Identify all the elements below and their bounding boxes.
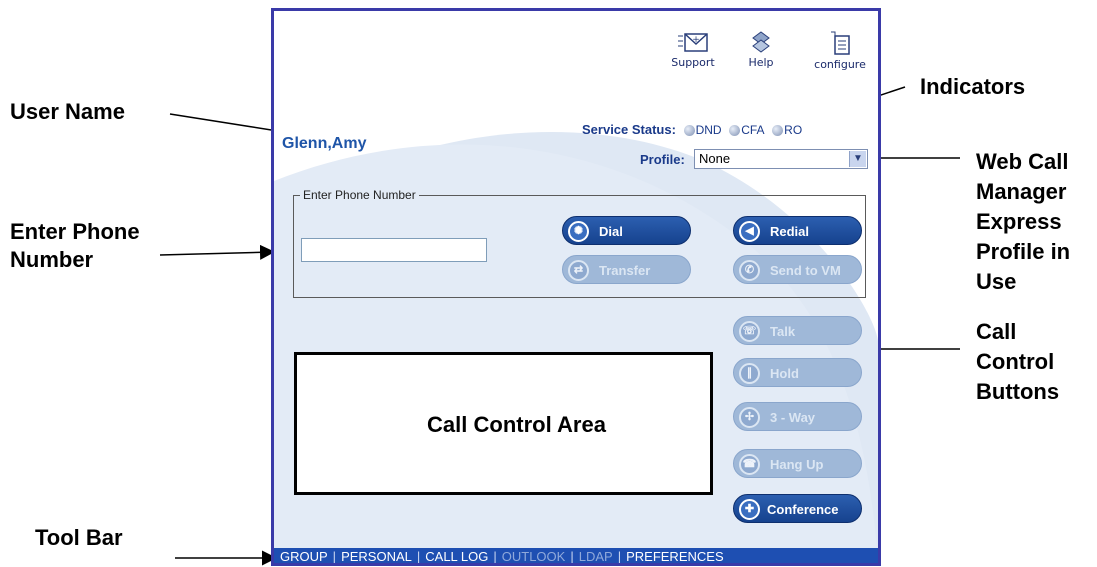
indicator-cfa: CFA [729, 123, 765, 137]
indicator-dnd: DND [683, 123, 722, 137]
dial-icon: ✺ [568, 221, 589, 242]
talk-button[interactable]: ☏ Talk [733, 316, 862, 345]
three-way-icon: ✢ [739, 407, 760, 428]
toolbar-personal[interactable]: PERSONAL [341, 549, 412, 563]
toolbar-separator: | [332, 549, 337, 563]
dial-label: Dial [599, 224, 623, 239]
chevron-down-icon[interactable]: ▼ [849, 151, 866, 167]
support-envelope-icon: + [678, 33, 708, 52]
toolbar-group[interactable]: GROUP [280, 549, 328, 563]
hang-up-icon: ☎ [739, 454, 760, 475]
transfer-label: Transfer [599, 263, 651, 278]
toolbar-call-log[interactable]: CALL LOG [425, 549, 488, 563]
tool-bar: GROUP | PERSONAL | CALL LOG | OUTLOOK | LDAP | PRE… [274, 548, 878, 563]
arrow-enter-phone [159, 244, 275, 260]
call-control-area: Call Control Area [294, 352, 713, 495]
redial-label: Redial [770, 224, 810, 239]
transfer-button[interactable]: ⇄ Transfer [562, 255, 691, 284]
help-label: Help [748, 56, 774, 69]
help-icon [752, 31, 770, 53]
configure-icon [831, 31, 850, 55]
send-to-vm-label: Send to VM [770, 263, 841, 278]
svg-text:+: + [692, 35, 700, 45]
conference-icon: ✚ [739, 499, 760, 520]
phone-entry-legend: Enter Phone Number [300, 188, 419, 202]
toolbar-separator: | [617, 549, 622, 563]
hold-label: Hold [770, 366, 799, 381]
indicator-ro-light-icon [772, 125, 784, 136]
user-name: Glenn,Amy [282, 135, 367, 152]
voicemail-icon: ✆ [739, 260, 760, 281]
hang-up-label: Hang Up [770, 457, 824, 472]
redial-arrow-icon: ◀ [739, 221, 760, 242]
support-label: Support [671, 56, 715, 69]
dial-button[interactable]: ✺ Dial [562, 216, 691, 245]
profile-label: Profile: [640, 152, 685, 167]
toolbar-ldap[interactable]: LDAP [579, 549, 613, 563]
service-status-label: Service Status: [582, 122, 676, 137]
help-button[interactable]: Help [736, 30, 786, 69]
three-way-label: 3 - Way [770, 410, 816, 425]
phone-number-input[interactable] [301, 238, 487, 262]
profile-value: None [699, 151, 731, 166]
hold-button[interactable]: ∥ Hold [733, 358, 862, 387]
call-control-area-label: Call Control Area [427, 412, 606, 437]
talk-label: Talk [770, 324, 796, 339]
service-status: Service Status: DND CFA RO [582, 122, 802, 137]
indicator-ro: RO [772, 123, 802, 137]
toolbar-preferences[interactable]: PREFERENCES [626, 549, 724, 563]
hold-icon: ∥ [739, 363, 760, 384]
arrow-user-name [169, 113, 287, 138]
conference-label: Conference [767, 502, 839, 517]
profile-select[interactable]: None ▼ [694, 149, 868, 169]
support-button[interactable]: + Support [668, 30, 718, 69]
indicator-cfa-light-icon [729, 125, 741, 136]
send-to-vm-button[interactable]: ✆ Send to VM [733, 255, 862, 284]
toolbar-outlook[interactable]: OUTLOOK [502, 549, 566, 563]
toolbar-separator: | [493, 549, 497, 563]
hang-up-button[interactable]: ☎ Hang Up [733, 449, 862, 478]
toolbar-separator: | [570, 549, 574, 563]
redial-button[interactable]: ◀ Redial [733, 216, 862, 245]
toolbar-separator: | [416, 549, 421, 563]
app-window: + Support Help configure Glenn,Amy Servi… [271, 8, 881, 566]
indicator-dnd-light-icon [683, 125, 695, 136]
configure-button[interactable]: configure [810, 30, 870, 71]
three-way-button[interactable]: ✢ 3 - Way [733, 402, 862, 431]
conference-button[interactable]: ✚ Conference [733, 494, 862, 523]
transfer-icon: ⇄ [568, 260, 589, 281]
talk-icon: ☏ [739, 321, 760, 342]
configure-label: configure [814, 58, 866, 71]
